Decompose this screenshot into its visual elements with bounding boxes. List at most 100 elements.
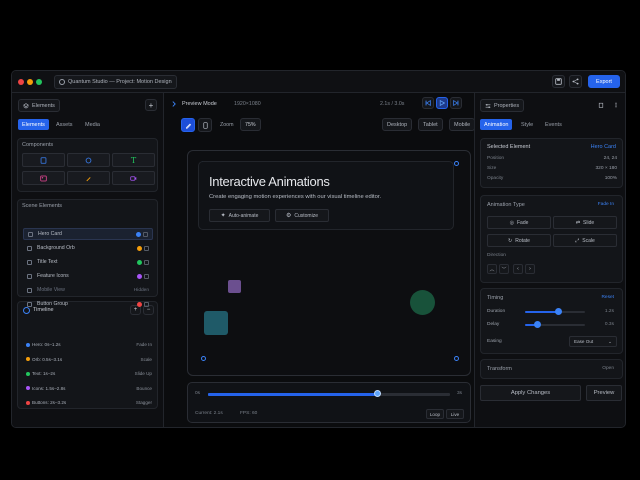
delay-slider[interactable]	[525, 321, 585, 328]
preview-button[interactable]: Preview	[586, 385, 622, 401]
duration-fill	[525, 311, 558, 313]
auto-animate-button[interactable]: ✦ Auto-animate	[209, 209, 270, 222]
hero-title: Interactive Animations	[209, 174, 330, 189]
preview-canvas[interactable]: Interactive Animations Create engaging m…	[187, 150, 471, 376]
background-orb[interactable]	[410, 290, 435, 315]
project-pill[interactable]: Quantum Studio — Project: Motion Design	[54, 75, 177, 89]
scene-item[interactable]: Button Group	[23, 298, 153, 310]
scene-item[interactable]: Mobile View Hidden	[23, 284, 153, 296]
apply-changes-button[interactable]: Apply Changes	[480, 385, 581, 401]
delay-knob[interactable]	[533, 321, 541, 328]
timeline-row-anim: Fade In	[136, 342, 152, 347]
share-button[interactable]	[569, 75, 582, 88]
anim-slide-button[interactable]: ⇄ Slide	[553, 216, 617, 229]
anim-fade-button[interactable]: ◎ Fade	[487, 216, 551, 229]
circle-icon	[85, 157, 92, 163]
timeline-dot	[26, 342, 30, 347]
scrubber-knob[interactable]	[373, 390, 381, 397]
color-dot	[136, 231, 141, 237]
save-button[interactable]	[552, 75, 565, 88]
visibility-checkbox[interactable]	[144, 273, 149, 279]
timeline-dot	[26, 386, 30, 390]
timeline-row[interactable]: Text: 1s–2s Slide Up	[26, 371, 152, 376]
feature-icon-shape[interactable]	[228, 280, 241, 293]
maximize-dot[interactable]	[36, 79, 42, 85]
dir-left-button[interactable]: ‹	[513, 264, 523, 274]
transform-open-link[interactable]: Open	[602, 366, 614, 371]
tab-animation[interactable]: Animation	[480, 119, 513, 130]
export-button[interactable]: Export	[588, 75, 620, 88]
selected-label: Selected Element	[487, 144, 531, 150]
card-shape[interactable]	[204, 311, 228, 335]
rotate-icon: ↻	[508, 237, 513, 244]
transform-card[interactable]: Transform Open	[480, 359, 623, 379]
property-key: Size	[487, 166, 497, 171]
timing-reset-link[interactable]: Reset	[601, 295, 614, 300]
scene-item[interactable]: Background Orb	[23, 242, 153, 254]
video-tool[interactable]	[112, 171, 155, 185]
tab-assets[interactable]: Assets	[52, 119, 77, 130]
timeline-row[interactable]: Hero: 0s–1.2s Fade In	[26, 342, 152, 347]
copy-button[interactable]	[595, 99, 607, 111]
duration-knob[interactable]	[554, 308, 562, 315]
scene-item-name: Button Group	[27, 301, 137, 307]
handle-tr[interactable]	[454, 161, 459, 166]
duration-slider[interactable]	[525, 308, 585, 315]
anim-scale-button[interactable]: ⤢ Scale	[553, 234, 617, 247]
image-tool[interactable]	[22, 171, 65, 185]
pen-tool[interactable]	[67, 171, 110, 185]
timeline-row-name: Orb: 0.5s–3.1s	[26, 357, 62, 362]
tab-events[interactable]: Events	[541, 119, 566, 130]
components-card: Components T	[17, 138, 158, 192]
duration-label: Duration	[487, 309, 506, 314]
loop-button[interactable]: Loop	[426, 409, 444, 419]
timeline-row[interactable]: Orb: 0.5s–3.1s Scale	[26, 357, 152, 362]
visibility-checkbox[interactable]	[144, 301, 149, 307]
zoom-value[interactable]: 75%	[240, 118, 261, 131]
tab-media[interactable]: Media	[81, 119, 104, 130]
select-tool-button[interactable]	[181, 118, 195, 132]
easing-select[interactable]: Ease Out ⌄	[569, 336, 617, 347]
dir-right-button[interactable]: ›	[525, 264, 535, 274]
text-tool[interactable]: T	[112, 153, 155, 167]
view-desktop[interactable]: Desktop	[382, 118, 413, 131]
timeline-row-name: Text: 1s–2s	[26, 371, 55, 376]
scene-item[interactable]: Feature Icons	[23, 270, 153, 282]
handle-br[interactable]	[454, 356, 459, 361]
dir-up-button[interactable]: ︿	[487, 264, 497, 274]
view-tablet[interactable]: Tablet	[418, 118, 443, 131]
dir-down-button[interactable]: ﹀	[499, 264, 509, 274]
skip-forward-button[interactable]	[450, 97, 462, 109]
chevron-left-icon: ‹	[517, 266, 519, 272]
timeline-row[interactable]: Icons: 1.5s–2.8s Bounce	[26, 386, 152, 391]
live-button[interactable]: Live	[446, 409, 464, 419]
hero-card[interactable]: Interactive Animations Create engaging m…	[198, 161, 454, 230]
add-element-button[interactable]: +	[145, 99, 157, 111]
time-readout: 2.1s / 3.0s	[380, 101, 405, 107]
logo-icon	[59, 79, 65, 85]
tab-style[interactable]: Style	[517, 119, 537, 130]
anim-rotate-button[interactable]: ↻ Rotate	[487, 234, 551, 247]
text-icon: T	[130, 155, 137, 165]
scrubber-track[interactable]	[208, 390, 450, 397]
close-dot[interactable]	[18, 79, 24, 85]
scene-item[interactable]: Hero Card	[23, 228, 153, 240]
view-mobile[interactable]: Mobile	[449, 118, 476, 131]
play-button[interactable]	[436, 97, 448, 109]
skip-back-button[interactable]	[422, 97, 434, 109]
visibility-checkbox[interactable]	[144, 245, 149, 251]
device-button[interactable]	[198, 118, 212, 132]
timeline-row[interactable]: Buttons: 2s–3.2s Stagger	[26, 400, 152, 405]
color-dot	[137, 259, 142, 265]
tab-elements[interactable]: Elements	[18, 119, 49, 130]
handle-bl[interactable]	[201, 356, 206, 361]
minimize-dot[interactable]	[27, 79, 33, 85]
more-button[interactable]	[610, 99, 622, 111]
scene-item[interactable]: Title Text	[23, 256, 153, 268]
customize-button[interactable]: ⚙ Customize	[275, 209, 329, 222]
shape-tool[interactable]	[67, 153, 110, 167]
visibility-checkbox[interactable]	[144, 259, 149, 265]
fps-readout: FPS: 60	[240, 411, 258, 416]
container-tool[interactable]	[22, 153, 65, 167]
visibility-checkbox[interactable]	[143, 231, 148, 237]
